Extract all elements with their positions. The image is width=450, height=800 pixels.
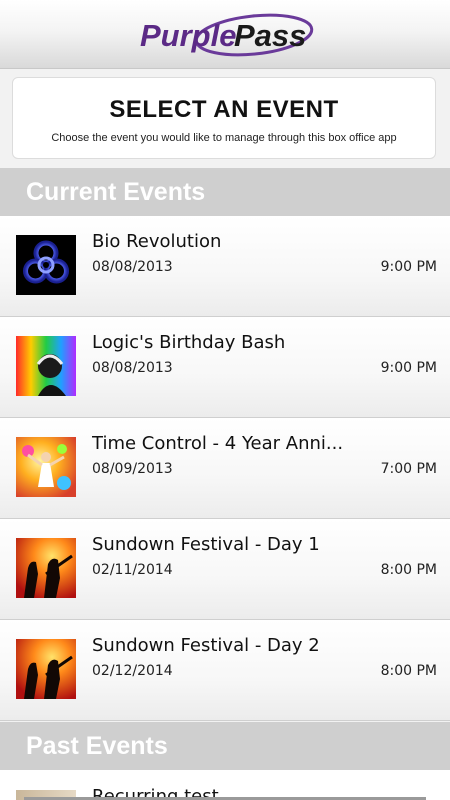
sunset-guitarist-image	[16, 538, 76, 598]
colorful-dancer-image	[16, 437, 76, 497]
event-row[interactable]: Sundown Festival - Day 1 02/11/2014 8:00…	[0, 519, 450, 620]
event-row[interactable]: Sundown Festival - Day 2 02/12/2014 8:00…	[0, 620, 450, 721]
event-time: 9:00 PM	[380, 259, 437, 275]
event-name: Sundown Festival - Day 2	[92, 635, 320, 656]
event-thumbnail	[16, 437, 76, 497]
event-date: 08/09/2013	[92, 461, 173, 477]
event-thumbnail	[16, 336, 76, 396]
top-bar: Purple Pass	[0, 0, 450, 69]
select-event-subtitle: Choose the event you would like to manag…	[51, 132, 397, 144]
event-row[interactable]: Recurring test	[0, 770, 450, 800]
event-time: 7:00 PM	[380, 461, 437, 477]
event-row[interactable]: Logic's Birthday Bash 08/08/2013 9:00 PM	[0, 317, 450, 418]
event-time: 9:00 PM	[380, 360, 437, 376]
event-date: 08/08/2013	[92, 259, 173, 275]
event-date: 02/11/2014	[92, 562, 173, 578]
event-time: 8:00 PM	[380, 562, 437, 578]
logo-purple-text: Purple	[140, 18, 236, 53]
biohazard-icon	[16, 235, 76, 295]
event-name: Time Control - 4 Year Anni...	[92, 433, 342, 454]
select-event-card: SELECT AN EVENT Choose the event you wou…	[12, 77, 436, 159]
event-date: 08/08/2013	[92, 360, 173, 376]
event-thumbnail	[16, 235, 76, 295]
current-events-header: Current Events	[0, 168, 450, 216]
select-event-title: SELECT AN EVENT	[109, 96, 339, 123]
event-thumbnail	[16, 538, 76, 598]
past-events-header: Past Events	[0, 722, 450, 770]
sunset-guitarist-image	[16, 639, 76, 699]
logo-pass-text: Pass	[234, 18, 306, 53]
event-row[interactable]: Bio Revolution 08/08/2013 9:00 PM	[0, 216, 450, 317]
event-name: Sundown Festival - Day 1	[92, 534, 320, 555]
event-time: 8:00 PM	[380, 663, 437, 679]
dj-rainbow-image	[16, 336, 76, 396]
event-row[interactable]: Time Control - 4 Year Anni... 08/09/2013…	[0, 418, 450, 519]
event-name: Logic's Birthday Bash	[92, 332, 286, 353]
event-date: 02/12/2014	[92, 663, 173, 679]
purplepass-logo: Purple Pass	[136, 10, 316, 58]
event-thumbnail	[16, 639, 76, 699]
event-name: Bio Revolution	[92, 231, 222, 252]
